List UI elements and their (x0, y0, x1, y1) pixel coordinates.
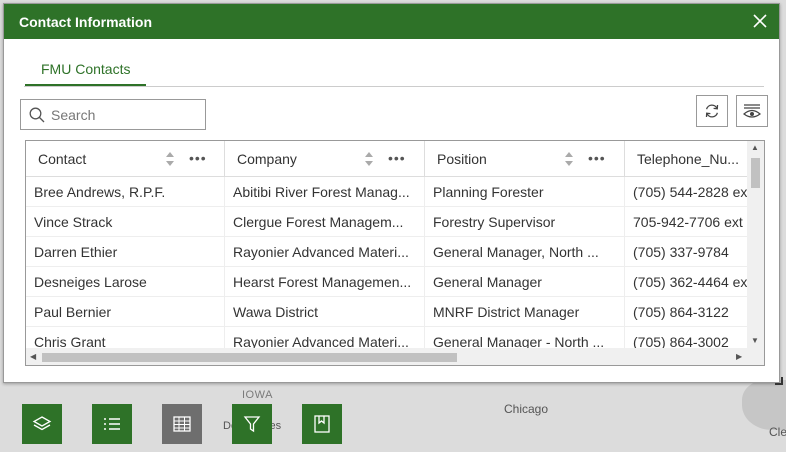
cell-company: Hearst Forest Managemen... (225, 267, 425, 297)
sort-icon[interactable] (364, 151, 374, 167)
map-label-cleveland: Cle (769, 425, 786, 439)
cell-position: MNRF District Manager (425, 297, 625, 327)
filter-icon (243, 416, 261, 433)
sort-icon[interactable] (165, 151, 175, 167)
bookmark-icon (314, 415, 330, 433)
scroll-down-icon[interactable]: ▼ (751, 336, 759, 345)
column-header-contact[interactable]: Contact ••• (26, 141, 225, 177)
table-body: Bree Andrews, R.P.F. Abitibi River Fores… (26, 177, 748, 357)
resize-handle[interactable] (775, 377, 783, 385)
scroll-up-icon[interactable]: ▲ (751, 143, 759, 152)
map-label-chicago: Chicago (504, 402, 549, 416)
cell-telephone: 705-942-7706 ext (625, 207, 748, 237)
cell-contact: Paul Bernier (26, 297, 225, 327)
cell-contact: Vince Strack (26, 207, 225, 237)
legend-list-icon (104, 418, 120, 430)
layers-button[interactable] (22, 404, 62, 444)
close-button[interactable] (751, 12, 769, 30)
tab-bar: FMU Contacts (24, 55, 764, 87)
column-header-company[interactable]: Company ••• (225, 141, 425, 177)
cell-company: Abitibi River Forest Manag... (225, 177, 425, 207)
column-menu-icon[interactable]: ••• (388, 150, 406, 166)
close-icon (753, 14, 767, 28)
refresh-button[interactable] (696, 95, 728, 127)
bookmark-button[interactable] (302, 404, 342, 444)
table-row[interactable]: Bree Andrews, R.P.F. Abitibi River Fores… (26, 177, 748, 207)
scroll-left-icon[interactable]: ◀ (30, 352, 36, 361)
column-menu-icon[interactable]: ••• (189, 150, 207, 166)
cell-position: Planning Forester (425, 177, 625, 207)
cell-position: Forestry Supervisor (425, 207, 625, 237)
cell-telephone: (705) 337-9784 (625, 237, 748, 267)
cell-contact: Darren Ethier (26, 237, 225, 267)
cell-position: General Manager, North ... (425, 237, 625, 267)
cell-telephone: (705) 864-3122 (625, 297, 748, 327)
table-row[interactable]: Paul Bernier Wawa District MNRF District… (26, 297, 748, 327)
contacts-table: Contact ••• Company ••• Position ••• Tel… (25, 140, 765, 366)
search-box[interactable] (20, 99, 206, 130)
vertical-scroll-thumb[interactable] (751, 158, 760, 188)
cell-telephone: (705) 544-2828 ex (625, 177, 748, 207)
vertical-scrollbar[interactable]: ▲ ▼ (747, 141, 764, 350)
cell-company: Wawa District (225, 297, 425, 327)
contact-information-dialog: Contact Information FMU Contacts Search … (3, 3, 780, 383)
map-label-iowa: IOWA (242, 389, 273, 401)
sort-icon[interactable] (564, 151, 574, 167)
cell-company: Clergue Forest Managem... (225, 207, 425, 237)
scroll-right-icon[interactable]: ▶ (736, 352, 742, 361)
show-columns-button[interactable] (736, 95, 768, 127)
search-input[interactable] (51, 106, 191, 123)
dialog-header[interactable]: Contact Information (4, 4, 779, 39)
table-row[interactable]: Vince Strack Clergue Forest Managem... F… (26, 207, 748, 237)
cell-contact: Bree Andrews, R.P.F. (26, 177, 225, 207)
search-icon (29, 107, 45, 122)
column-header-position[interactable]: Position ••• (425, 141, 625, 177)
filter-button[interactable] (232, 404, 272, 444)
column-header-telephone[interactable]: Telephone_Nu... (625, 141, 764, 177)
refresh-icon (705, 104, 719, 118)
table-row[interactable]: Desneiges Larose Hearst Forest Managemen… (26, 267, 748, 297)
table-header: Contact ••• Company ••• Position ••• Tel… (26, 141, 764, 177)
tab-fmu-contacts[interactable]: FMU Contacts (25, 55, 147, 86)
horizontal-scroll-thumb[interactable] (42, 353, 457, 362)
attribute-table-button[interactable] (162, 404, 202, 444)
cell-position: General Manager (425, 267, 625, 297)
lake-shape (742, 380, 786, 430)
cell-contact: Desneiges Larose (26, 267, 225, 297)
horizontal-scrollbar[interactable]: ◀ ▶ (26, 348, 764, 365)
column-menu-icon[interactable]: ••• (588, 150, 606, 166)
table-row[interactable]: Darren Ethier Rayonier Advanced Materi..… (26, 237, 748, 267)
table-icon (173, 416, 191, 432)
legend-button[interactable] (92, 404, 132, 444)
cell-telephone: (705) 362-4464 ex (625, 267, 748, 297)
cell-company: Rayonier Advanced Materi... (225, 237, 425, 267)
layers-icon (32, 416, 52, 431)
visibility-list-icon (743, 104, 761, 118)
dialog-title: Contact Information (19, 13, 152, 30)
